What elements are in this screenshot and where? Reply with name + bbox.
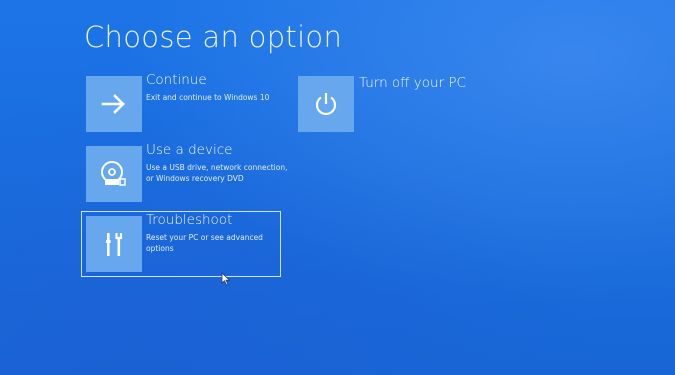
use-device-title: Use a device [146,142,233,158]
continue-title: Continue [146,72,207,88]
troubleshoot-title: Troubleshoot [146,212,233,228]
use-device-description: Use a USB drive, network connection, or … [146,163,288,183]
turn-off-tile[interactable] [298,76,354,132]
power-icon [315,93,337,116]
mouse-cursor-icon [221,272,231,286]
use-device-option[interactable]: Use a device Use a USB drive, network co… [86,142,287,202]
use-device-tile[interactable] [86,146,142,202]
continue-option[interactable]: Continue Exit and continue to Windows 10 [86,72,269,132]
disc-drive-icon [101,161,126,186]
continue-description: Exit and continue to Windows 10 [146,93,270,102]
troubleshoot-option[interactable]: Troubleshoot Reset your PC or see advanc… [86,212,281,272]
turn-off-title: Turn off your PC [359,75,466,91]
continue-tile[interactable] [86,76,142,132]
tools-icon [106,233,123,256]
arrow-right-icon [101,94,125,114]
page-title: Choose an option [84,20,343,54]
turn-off-option[interactable]: Turn off your PC [298,75,466,132]
troubleshoot-tile[interactable] [86,216,142,272]
troubleshoot-description: Reset your PC or see advanced options [146,233,263,253]
